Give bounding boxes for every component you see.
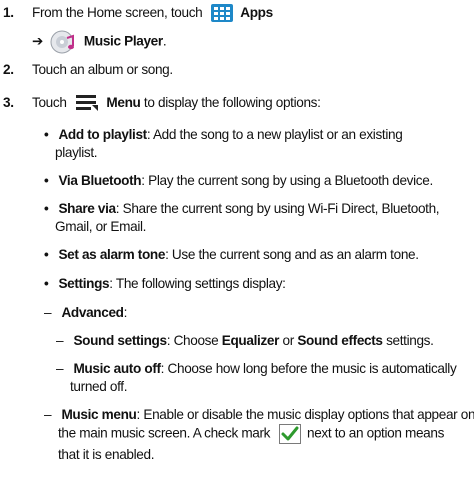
dash: – <box>56 333 64 348</box>
option-settings: • Settings: The following settings displ… <box>44 275 286 293</box>
instructions-document: 1. From the Home screen, touch Apps ➔ Mu… <box>0 0 474 498</box>
setting-music-menu: – Music menu: Enable or disable the musi… <box>44 406 474 424</box>
setting-text: : Enable or disable the music display op… <box>136 407 474 422</box>
setting-text-continued: turned off. <box>70 379 128 394</box>
setting-text-continued: that it is enabled. <box>58 447 155 462</box>
step-number: 3. <box>3 95 14 110</box>
option-text-continued: Gmail, or Email. <box>55 219 147 234</box>
setting-text-continued: the main music screen. A check mark next… <box>58 424 444 444</box>
arrow-icon: ➔ <box>32 33 44 49</box>
option-text: : Add the song to a new playlist or an e… <box>146 127 403 142</box>
setting-advanced: – Advanced: <box>44 304 127 322</box>
setting-text: : Choose <box>166 333 222 348</box>
setting-music-auto-off: – Music auto off: Choose how long before… <box>56 360 457 378</box>
step-number: 2. <box>3 62 14 77</box>
setting-label: Advanced <box>61 305 124 320</box>
equalizer-label: Equalizer <box>221 333 280 348</box>
step-text: Touch an album or song. <box>32 62 173 77</box>
setting-label: Sound settings <box>73 333 167 348</box>
setting-label: Music auto off <box>73 361 161 376</box>
dash: – <box>44 305 52 320</box>
menu-icon <box>75 94 98 112</box>
bullet: • <box>44 173 49 188</box>
step-1-line-2: ➔ Music Player. <box>32 30 167 54</box>
bullet: • <box>44 247 49 262</box>
bullet: • <box>44 127 49 142</box>
setting-text: : Choose how long before the music is au… <box>160 361 457 376</box>
step-text-suffix: to display the following options: <box>140 95 321 110</box>
bullet: • <box>44 276 49 291</box>
option-text: : Use the current song and as an alarm t… <box>165 247 419 262</box>
option-label: Add to playlist <box>58 127 147 142</box>
apps-grid-icon <box>210 4 233 23</box>
step-text: Touch <box>32 95 67 110</box>
punctuation: . <box>162 33 167 49</box>
bullet: • <box>44 201 49 216</box>
option-text-continued: playlist. <box>55 145 98 160</box>
setting-text: or <box>279 333 298 348</box>
option-label: Settings <box>58 276 110 291</box>
setting-sound-settings: – Sound settings: Choose Equalizer or So… <box>56 332 434 350</box>
step-text: From the Home screen, touch <box>32 5 203 20</box>
music-player-label: Music Player <box>83 33 163 49</box>
option-label: Share via <box>58 201 116 216</box>
setting-text: settings. <box>382 333 434 348</box>
step-number: 1. <box>3 5 14 20</box>
option-add-to-playlist: • Add to playlist: Add the song to a new… <box>44 126 403 144</box>
setting-label: Music menu <box>61 407 137 422</box>
dash: – <box>56 361 64 376</box>
menu-label: Menu <box>106 95 141 110</box>
option-text: : The following settings display: <box>109 276 286 291</box>
sound-effects-label: Sound effects <box>297 333 383 348</box>
apps-label: Apps <box>240 5 273 20</box>
punctuation: : <box>123 305 128 320</box>
music-player-icon <box>50 30 76 54</box>
option-set-as-alarm-tone: • Set as alarm tone: Use the current son… <box>44 246 419 264</box>
option-text: : Share the current song by using Wi-Fi … <box>115 201 440 216</box>
dash: – <box>44 407 52 422</box>
option-text: : Play the current song by using a Bluet… <box>141 173 433 188</box>
setting-text: next to an option means <box>303 425 445 441</box>
option-label: Set as alarm tone <box>58 247 166 262</box>
option-share-via: • Share via: Share the current song by u… <box>44 200 440 218</box>
option-label: Via Bluetooth <box>58 173 142 188</box>
checkmark-icon <box>278 424 301 444</box>
option-via-bluetooth: • Via Bluetooth: Play the current song b… <box>44 172 433 190</box>
setting-text: the main music screen. A check mark <box>58 425 271 441</box>
